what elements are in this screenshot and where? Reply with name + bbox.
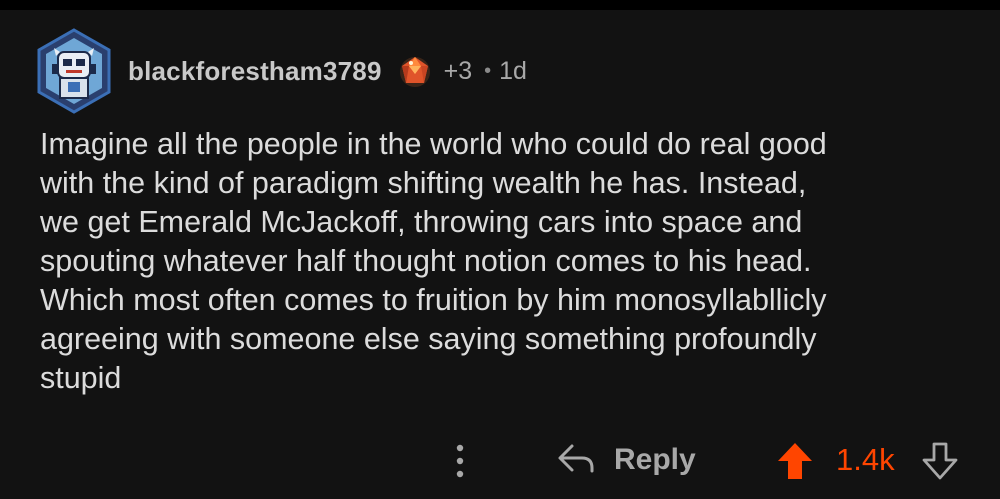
award-gem-icon[interactable] — [398, 54, 432, 88]
more-vertical-icon[interactable] — [445, 441, 475, 481]
reply-arrow-icon — [556, 440, 596, 481]
reply-label: Reply — [614, 443, 696, 476]
comment-age: 1d — [499, 56, 527, 85]
comment-header: blackforestham3789 +3 • 1d — [36, 28, 527, 114]
upvote-arrow-icon[interactable] — [775, 440, 815, 482]
comment-body: Imagine all the people in the world who … — [40, 127, 827, 395]
vote-score: 1.4k — [836, 442, 895, 477]
award-count: +3 — [443, 56, 473, 85]
comment-card: blackforestham3789 +3 • 1d Imagine all t… — [0, 10, 1000, 499]
downvote-arrow-icon[interactable] — [920, 441, 960, 481]
username[interactable]: blackforestham3789 — [128, 56, 382, 87]
reply-button[interactable]: Reply — [556, 435, 696, 485]
user-avatar-icon[interactable] — [36, 28, 112, 114]
comment-actions: Reply 1.4k — [0, 435, 1000, 485]
meta-separator: • — [484, 59, 492, 82]
top-strip — [0, 0, 1000, 10]
